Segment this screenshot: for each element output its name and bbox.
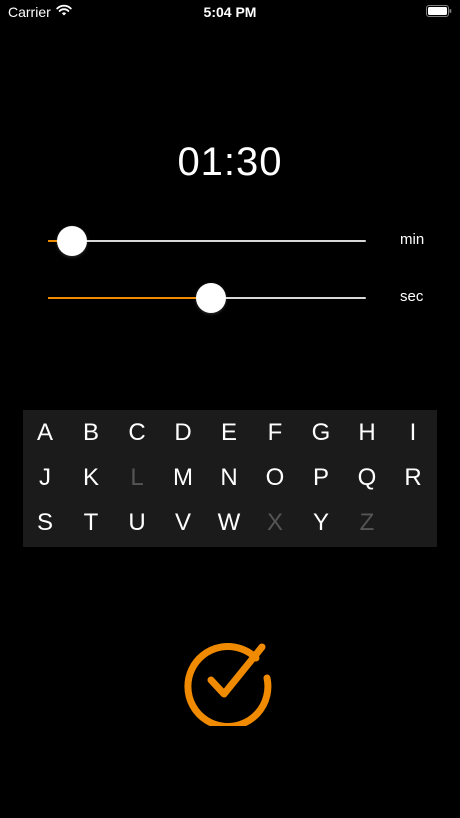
status-bar: Carrier 5:04 PM: [0, 0, 460, 24]
letter-key-f[interactable]: F: [255, 413, 295, 453]
letter-key-k[interactable]: K: [71, 458, 111, 498]
letter-key-h[interactable]: H: [347, 413, 387, 453]
letter-key-i[interactable]: I: [393, 413, 433, 453]
minutes-slider-track[interactable]: [48, 226, 366, 256]
seconds-slider-fill: [48, 297, 212, 299]
letter-picker: ABCDEFGHI JKLMNOPQR STUVWXYZ: [23, 410, 437, 547]
battery-icon: [426, 5, 452, 17]
checkmark-circle-icon[interactable]: [182, 634, 274, 726]
letter-key-t[interactable]: T: [71, 503, 111, 543]
letter-key-j[interactable]: J: [25, 458, 65, 498]
letter-key-b[interactable]: B: [71, 413, 111, 453]
letter-key-e[interactable]: E: [209, 413, 249, 453]
letter-key-d[interactable]: D: [163, 413, 203, 453]
letter-key-l: L: [130, 464, 144, 491]
minutes-slider[interactable]: min: [48, 226, 438, 256]
seconds-slider-thumb[interactable]: [196, 283, 227, 313]
letter-key-n[interactable]: N: [209, 458, 249, 498]
seconds-unit-label: sec: [400, 288, 424, 305]
timer-display: 01:30: [177, 140, 283, 184]
status-time: 5:04 PM: [203, 4, 257, 20]
minutes-slider-thumb[interactable]: [56, 226, 87, 256]
letter-key-q[interactable]: Q: [347, 458, 387, 498]
letter-key-x: X: [266, 509, 283, 536]
letter-key-o[interactable]: O: [255, 458, 295, 498]
letter-key-w[interactable]: W: [209, 503, 249, 543]
letter-key-p[interactable]: P: [301, 458, 341, 498]
seconds-slider[interactable]: sec: [48, 283, 438, 313]
seconds-slider-track[interactable]: [48, 283, 366, 313]
letter-key-y[interactable]: Y: [301, 503, 341, 543]
letter-key-v[interactable]: V: [163, 503, 203, 543]
letter-key-u[interactable]: U: [117, 503, 157, 543]
letter-key-m[interactable]: M: [163, 458, 203, 498]
letter-key-s[interactable]: S: [25, 503, 65, 543]
letter-key-a[interactable]: A: [25, 413, 65, 453]
letter-key-c[interactable]: C: [117, 413, 157, 453]
letter-key-r[interactable]: R: [393, 458, 433, 498]
letter-key-z: Z: [359, 509, 375, 536]
letter-key-g[interactable]: G: [301, 413, 341, 453]
minutes-unit-label: min: [400, 231, 425, 248]
